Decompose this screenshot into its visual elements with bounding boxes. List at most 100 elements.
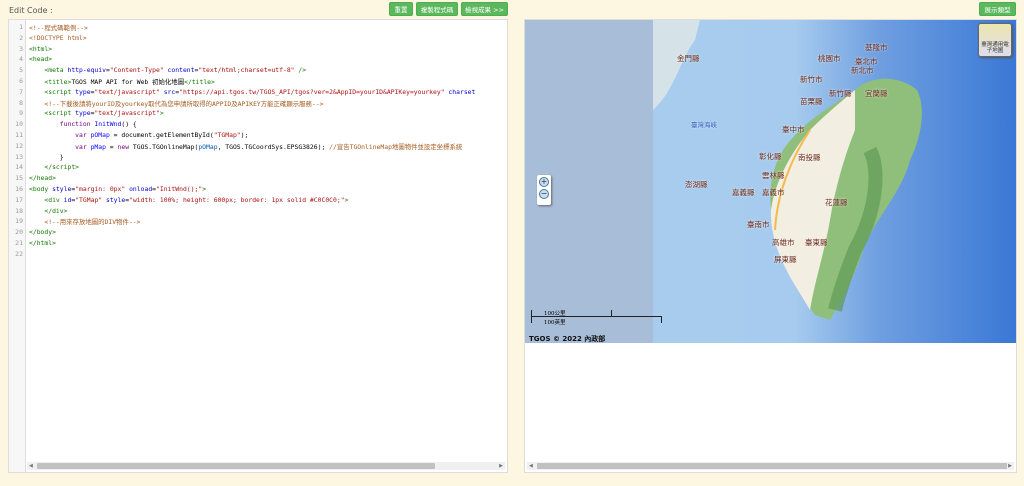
line-number: 19 (15, 217, 23, 226)
code-line[interactable]: <script type="text/javascript" src="http… (29, 88, 475, 96)
code-line[interactable]: var pOMap = document.getElementById("TGM… (29, 131, 248, 139)
code-token: } (29, 152, 64, 161)
scroll-left-icon[interactable]: ◀ (529, 462, 533, 470)
code-line[interactable]: <meta http-equiv="Content-Type" content=… (29, 66, 306, 74)
code-line[interactable]: <div id="TGMap" style="width: 100%; heig… (29, 196, 348, 204)
code-token: var (75, 142, 91, 151)
code-token: <!--用來存放地圖的DIV物件--> (44, 218, 141, 227)
line-number: 20 (15, 228, 23, 237)
line-number: 8 (19, 98, 23, 107)
map-label: 新北市 (851, 66, 874, 75)
code-token: > (202, 185, 207, 193)
code-line[interactable]: </script> (29, 163, 79, 171)
code-line[interactable]: </head> (29, 174, 56, 182)
code-line[interactable]: <title>TGOS MAP API for Web 初始化地圖</title… (29, 77, 214, 86)
code-token: </html> (29, 239, 56, 247)
show-type-button[interactable]: 展示類型 (979, 2, 1016, 16)
line-number: 17 (15, 195, 23, 204)
code-token: pOMap (198, 142, 218, 151)
code-line[interactable]: <!--程式碼範例--> (29, 23, 88, 32)
map-type-button[interactable]: 臺灣通用電子地圖 (978, 23, 1012, 57)
code-line[interactable]: <!--用來存放地圖的DIV物件--> (29, 217, 140, 226)
map-label: 臺灣海峽 (691, 121, 717, 129)
scroll-right-icon[interactable]: ▶ (1008, 462, 1012, 470)
code-token: > (344, 195, 349, 204)
code-token: ); (240, 131, 249, 139)
zoom-out-icon[interactable]: − (539, 189, 549, 199)
map-copyright: TGOS © 2022 內政部 (529, 335, 606, 343)
map-label: 新竹市 (800, 75, 823, 84)
code-horizontal-scrollbar[interactable]: ◀ ▶ (27, 462, 505, 470)
map-label: 彰化縣 (759, 152, 782, 161)
code-token: <body (29, 185, 53, 193)
zoom-control: + − (537, 175, 551, 205)
code-token: <title> (44, 78, 72, 86)
code-token: <html> (29, 44, 53, 53)
scroll-left-icon[interactable]: ◀ (29, 462, 33, 470)
zoom-in-icon[interactable]: + (539, 177, 549, 187)
code-token: "https://api.tgos.tw/TGOS_API/tgos?ver=2… (179, 87, 445, 96)
code-token: <!--程式碼範例--> (29, 24, 88, 32)
code-line[interactable]: <!--下載後請將yourID及yourkey取代為您申請所取得的APPID及A… (29, 99, 323, 108)
line-number: 18 (15, 206, 23, 215)
reset-button[interactable]: 重置 (389, 2, 413, 16)
code-line[interactable]: <head> (29, 55, 52, 63)
scroll-right-icon[interactable]: ▶ (499, 462, 503, 470)
code-token: charset (444, 87, 476, 96)
line-number: 3 (19, 44, 23, 53)
map-view[interactable]: 金門縣 基隆市 桃園市 臺北市 新北市 新竹市 新竹縣 宜蘭縣 苗栗縣 臺灣海峽… (525, 20, 1016, 343)
code-token: <!--下載後請將yourID及yourkey取代為您申請所取得的APPID及A… (44, 99, 324, 108)
map-label: 新竹縣 (829, 89, 852, 98)
result-horizontal-scrollbar[interactable]: ◀ ▶ (527, 462, 1014, 470)
code-line[interactable]: <html> (29, 45, 52, 53)
view-result-button[interactable]: 檢視成果 >> (461, 2, 508, 16)
line-number: 1 (19, 23, 23, 31)
code-line[interactable]: } (29, 153, 64, 161)
line-number: 5 (19, 66, 23, 75)
code-editor[interactable]: 1 2 3 4 5 6 7 8 9 10 11 12 13 14 15 16 17 18 19 20 21 22 <!--… (8, 19, 508, 473)
code-token: <script (44, 109, 76, 118)
map-label: 花蓮縣 (825, 198, 848, 207)
code-token: TGOS MAP API for Web 初始化地圖 (71, 78, 185, 86)
code-token: http-equiv (67, 66, 106, 75)
edit-code-label: Edit Code : (9, 6, 53, 15)
line-number: 16 (15, 185, 23, 193)
line-number: 11 (15, 131, 23, 139)
code-token: type (75, 109, 91, 118)
code-token: "width: 100%; height: 600px; border: 1px… (129, 195, 345, 204)
code-line[interactable]: </html> (29, 239, 56, 247)
code-line[interactable]: <body style="margin: 0px" onload="InitWn… (29, 185, 206, 193)
scale-km-label: 100公里 (544, 311, 566, 317)
code-token: "TGMap" (213, 131, 241, 139)
map-label: 臺南市 (747, 220, 770, 229)
code-token: "Content-Type" (109, 66, 164, 75)
scrollbar-thumb[interactable] (37, 463, 435, 469)
code-token: <meta (44, 66, 68, 75)
code-token: <head> (29, 55, 53, 64)
line-number: 21 (15, 239, 23, 247)
code-line[interactable]: </div> (29, 207, 67, 215)
code-line[interactable]: <script type="text/javascript"> (29, 109, 163, 118)
code-token: pOMap (90, 131, 110, 139)
code-line[interactable]: function InitWnd() { (29, 120, 137, 128)
code-line[interactable]: <!DOCTYPE html> (29, 34, 87, 42)
line-number: 7 (19, 87, 23, 96)
map-label: 基隆市 (865, 43, 888, 52)
code-line[interactable]: var pMap = new TGOS.TGOnlineMap(pOMap, T… (29, 142, 462, 151)
code-token: </div> (44, 206, 68, 215)
scrollbar-thumb[interactable] (537, 463, 1007, 469)
code-token: "text/javascript" (94, 109, 160, 118)
copy-code-button[interactable]: 複製程式碼 (416, 2, 458, 16)
line-number: 10 (15, 120, 23, 129)
line-number-gutter: 1 2 3 4 5 6 7 8 9 10 11 12 13 14 15 16 17 18 19 20 21 22 (9, 20, 26, 472)
code-token: type (75, 87, 91, 96)
code-line[interactable]: </body> (29, 228, 56, 236)
map-scale-bar: 100公里 100英里 (531, 310, 663, 326)
